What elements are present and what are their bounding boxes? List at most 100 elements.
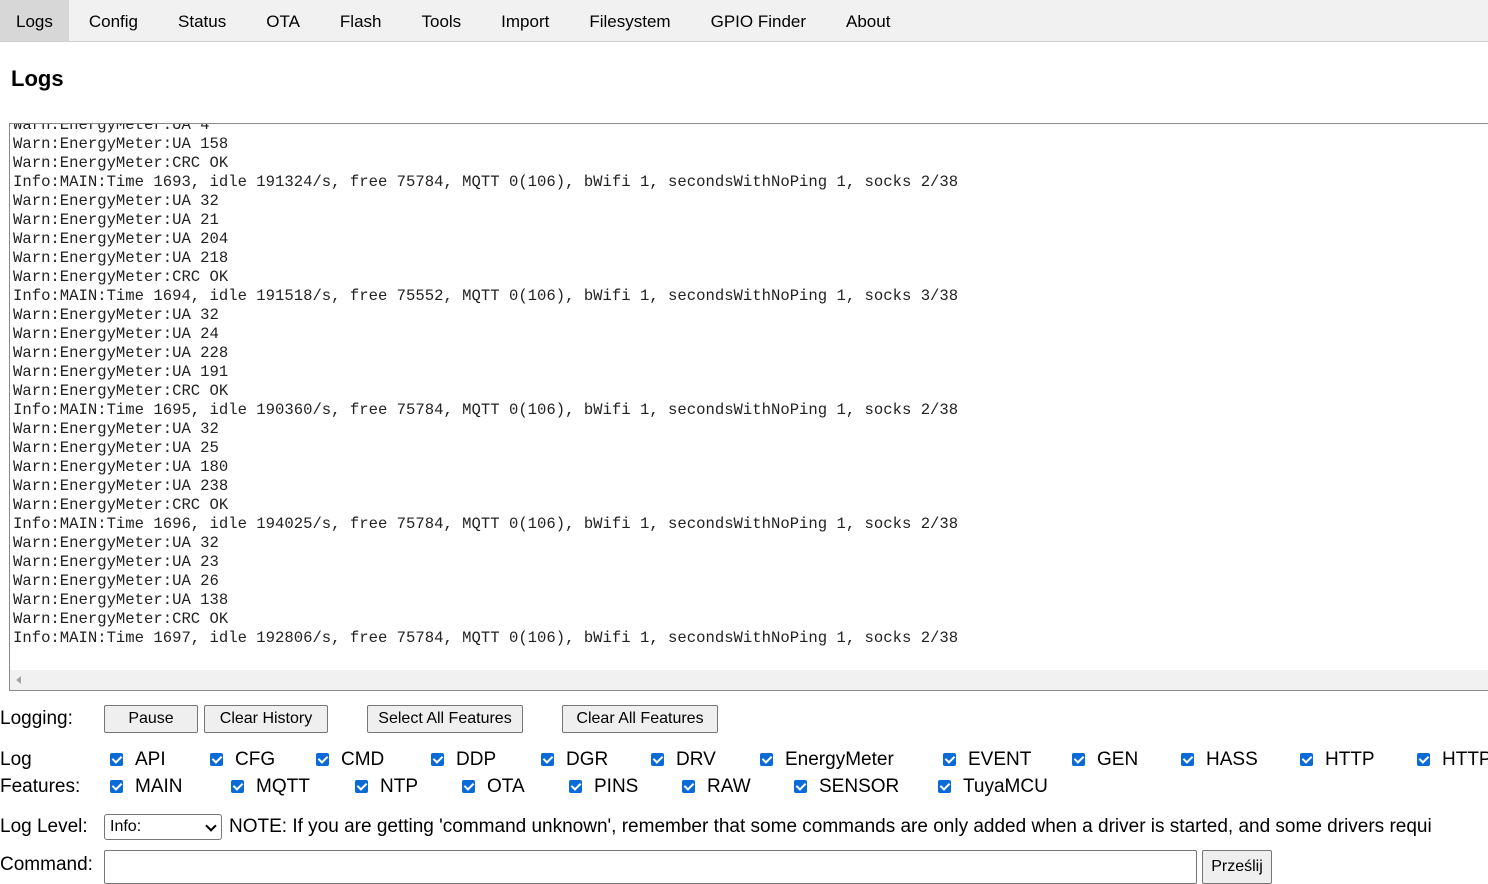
feature-main[interactable]: MAIN [110, 776, 183, 798]
chevron-down-icon [205, 820, 217, 832]
tab-flash[interactable]: Flash [320, 0, 402, 41]
log-lines: Warn:EnergyMeter:UA 4 Warn:EnergyMeter:UA… [13, 123, 959, 648]
tab-ota[interactable]: OTA [246, 0, 320, 41]
checkbox-checked-icon[interactable] [462, 779, 475, 793]
log-line: Warn:EnergyMeter:UA 32 [13, 420, 219, 438]
log-line: Warn:EnergyMeter:UA 32 [13, 192, 219, 210]
log-line: Warn:EnergyMeter:UA 32 [13, 534, 219, 552]
feature-tuyamcu[interactable]: TuyaMCU [938, 776, 1048, 798]
command-label: Command: [0, 854, 93, 875]
tab-bar: Logs Config Status OTA Flash Tools Impor… [0, 0, 1488, 42]
log-line: Warn:EnergyMeter:UA 158 [13, 135, 229, 153]
log-line: Info:MAIN:Time 1693, idle 191324/s, free… [13, 173, 959, 191]
log-level-select[interactable]: Info: [104, 814, 222, 840]
checkbox-checked-icon[interactable] [355, 779, 368, 793]
pause-button[interactable]: Pause [104, 705, 198, 733]
log-output[interactable]: Warn:EnergyMeter:UA 4 Warn:EnergyMeter:UA… [9, 123, 1488, 691]
clear-all-features-button[interactable]: Clear All Features [562, 705, 718, 733]
feature-dgr[interactable]: DGR [541, 749, 608, 771]
checkbox-checked-icon[interactable] [794, 779, 807, 793]
feature-ntp[interactable]: NTP [355, 776, 418, 798]
log-line: Warn:EnergyMeter:UA 23 [13, 553, 219, 571]
clear-history-button[interactable]: Clear History [204, 705, 328, 733]
log-line: Warn:EnergyMeter:CRC OK [13, 610, 229, 628]
checkbox-checked-icon[interactable] [938, 779, 951, 793]
log-line: Warn:EnergyMeter:UA 4 [13, 123, 210, 134]
log-line: Info:MAIN:Time 1695, idle 190360/s, free… [13, 401, 959, 419]
log-line: Warn:EnergyMeter:UA 204 [13, 230, 229, 248]
tab-config[interactable]: Config [69, 0, 158, 41]
select-all-features-button[interactable]: Select All Features [367, 705, 523, 733]
feature-label: MAIN [135, 776, 183, 797]
feature-label: HASS [1206, 749, 1258, 770]
feature-http[interactable]: HTTP [1300, 749, 1375, 771]
log-line: Warn:EnergyMeter:UA 32 [13, 306, 219, 324]
checkbox-checked-icon[interactable] [316, 752, 329, 766]
feature-label: OTA [487, 776, 525, 797]
send-command-button[interactable]: Prześlij [1202, 850, 1272, 884]
feature-gen[interactable]: GEN [1072, 749, 1138, 771]
feature-label: CMD [341, 749, 385, 770]
feature-cfg[interactable]: CFG [210, 749, 275, 771]
checkbox-checked-icon[interactable] [943, 752, 956, 766]
feature-label: RAW [707, 776, 751, 797]
command-note: NOTE: If you are getting 'command unknow… [229, 816, 1432, 837]
feature-api[interactable]: API [110, 749, 166, 771]
tab-import[interactable]: Import [481, 0, 569, 41]
checkbox-checked-icon[interactable] [1181, 752, 1194, 766]
feature-ota[interactable]: OTA [462, 776, 525, 798]
checkbox-checked-icon[interactable] [651, 752, 664, 766]
checkbox-checked-icon[interactable] [1300, 752, 1313, 766]
feature-label: GEN [1097, 749, 1139, 770]
feature-event[interactable]: EVENT [943, 749, 1031, 771]
tab-about[interactable]: About [826, 0, 910, 41]
feature-label: HTTP [1325, 749, 1375, 770]
horizontal-scrollbar[interactable] [10, 670, 1488, 690]
page-title: Logs [11, 66, 64, 91]
feature-hass[interactable]: HASS [1181, 749, 1258, 771]
checkbox-checked-icon[interactable] [110, 779, 123, 793]
scroll-left-arrow-icon[interactable] [16, 676, 21, 684]
tab-filesystem[interactable]: Filesystem [569, 0, 690, 41]
feature-label: NTP [380, 776, 418, 797]
log-line: Warn:EnergyMeter:UA 228 [13, 344, 229, 362]
checkbox-checked-icon[interactable] [210, 752, 223, 766]
feature-raw[interactable]: RAW [682, 776, 751, 798]
tab-logs[interactable]: Logs [0, 0, 69, 41]
checkbox-checked-icon[interactable] [231, 779, 244, 793]
feature-label: MQTT [256, 776, 310, 797]
feature-label: CFG [235, 749, 276, 770]
log-line: Warn:EnergyMeter:CRC OK [13, 496, 229, 514]
log-line: Warn:EnergyMeter:UA 238 [13, 477, 229, 495]
checkbox-checked-icon[interactable] [1417, 752, 1430, 766]
log-line: Info:MAIN:Time 1694, idle 191518/s, free… [13, 287, 959, 305]
log-line: Warn:EnergyMeter:UA 180 [13, 458, 229, 476]
feature-label: PINS [594, 776, 639, 797]
feature-label: DGR [566, 749, 609, 770]
checkbox-checked-icon[interactable] [569, 779, 582, 793]
feature-label: DDP [456, 749, 497, 770]
feature-energymeter[interactable]: EnergyMeter [760, 749, 894, 771]
feature-mqtt[interactable]: MQTT [231, 776, 310, 798]
checkbox-checked-icon[interactable] [541, 752, 554, 766]
checkbox-checked-icon[interactable] [110, 752, 123, 766]
tab-gpio-finder[interactable]: GPIO Finder [691, 0, 826, 41]
log-features-label-line2: Features: [0, 776, 81, 797]
command-input[interactable] [104, 850, 1197, 884]
feature-sensor[interactable]: SENSOR [794, 776, 899, 798]
tab-status[interactable]: Status [158, 0, 246, 41]
checkbox-checked-icon[interactable] [760, 752, 773, 766]
log-line: Warn:EnergyMeter:UA 26 [13, 572, 219, 590]
checkbox-checked-icon[interactable] [682, 779, 695, 793]
checkbox-checked-icon[interactable] [431, 752, 444, 766]
feature-drv[interactable]: DRV [651, 749, 716, 771]
log-line: Warn:EnergyMeter:UA 25 [13, 439, 219, 457]
tab-tools[interactable]: Tools [401, 0, 481, 41]
checkbox-checked-icon[interactable] [1072, 752, 1085, 766]
feature-http-2[interactable]: HTTP [1417, 749, 1488, 771]
feature-pins[interactable]: PINS [569, 776, 638, 798]
feature-label: TuyaMCU [963, 776, 1048, 797]
feature-label: EnergyMeter [785, 749, 894, 770]
feature-ddp[interactable]: DDP [431, 749, 496, 771]
feature-cmd[interactable]: CMD [316, 749, 384, 771]
